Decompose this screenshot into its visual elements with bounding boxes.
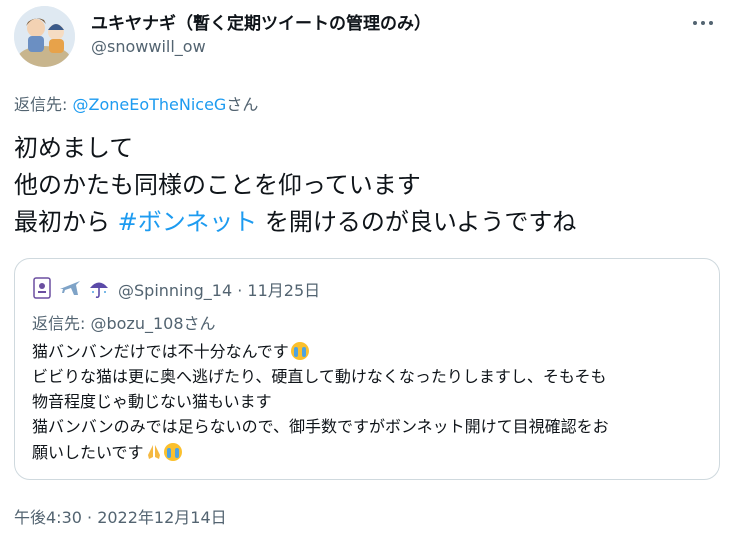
tweet-text-line-2: 他のかたも同様のことを仰っています [14,171,421,199]
crying-face-icon [290,342,309,360]
tweet-text-line-3-post: を開けるのが良いようですね [257,208,577,236]
tarot-card-icon [33,277,51,299]
author-handle[interactable]: @snowwill_ow [91,37,206,56]
reply-to-prefix: 返信先: [14,95,73,114]
reply-to-suffix: さん [226,95,259,114]
crying-face-icon [163,443,182,461]
quoted-reply-to: 返信先: @bozu_108さん [32,314,216,333]
author-display-name[interactable]: ユキヤナギ（暫く定期ツイートの管理のみ） [91,9,431,34]
quoted-text-line-1: 猫バンバンだけでは不十分なんです [32,340,309,364]
tweet-text-line-1: 初めまして [14,134,134,162]
folded-hands-icon [147,445,160,459]
quoted-text-line-5: 願いしたいです [32,441,182,465]
tweet-text-line-3-pre: 最初から [14,208,118,236]
quoted-text-line-4: 猫バンバンのみでは足らないので、御手数ですがボンネット開けて目視確認をお [32,417,609,436]
reply-to-mention-link[interactable]: @ZoneEoTheNiceG [72,95,226,114]
quoted-handle-date[interactable]: @Spinning_14 · 11月25日 [118,277,320,301]
airplane-icon [60,281,80,295]
more-options-icon[interactable] [688,8,718,38]
tweet-timestamp[interactable]: 午後4:30 · 2022年12月14日 [14,504,227,528]
tweet-text-line-3: 最初から #ボンネット を開けるのが良いようですね [14,204,576,240]
quoted-text-line-2: ビビりな猫は更に奥へ逃げたり、硬直して動けなくなったりしますし、そもそも [32,367,607,386]
quoted-text-line-5-text: 願いしたいです [32,443,144,462]
avatar-illustration [14,6,75,67]
umbrella-icon [90,282,108,299]
hashtag-link[interactable]: #ボンネット [118,208,258,236]
quoted-author-name-icons [32,276,110,300]
reply-to-label: 返信先: @ZoneEoTheNiceGさん [14,91,258,115]
avatar[interactable] [14,6,75,67]
quoted-text-line-1-text: 猫バンバンだけでは不十分なんです [32,342,289,361]
quoted-text-line-3: 物音程度じゃ動じない猫もいます [32,392,272,411]
